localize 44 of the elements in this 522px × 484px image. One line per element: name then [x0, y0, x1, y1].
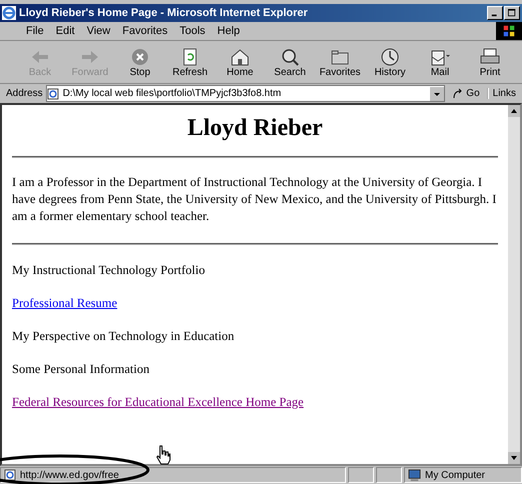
page-text: My Instructional Technology Portfolio: [12, 262, 205, 277]
maximize-button[interactable]: [504, 6, 520, 20]
address-field[interactable]: D:\My local web files\portfolio\TMPyjcf3b3fo8.htm: [46, 85, 446, 102]
page-link[interactable]: Federal Resources for Educational Excellence Home Page: [12, 394, 304, 409]
page-icon: [4, 469, 16, 481]
zone-text: My Computer: [425, 470, 486, 480]
page-heading: Lloyd Rieber: [186, 115, 324, 142]
links-button[interactable]: Links: [486, 88, 520, 99]
home-icon: [229, 46, 251, 66]
minimize-button[interactable]: [487, 6, 503, 20]
menu-item[interactable]: Favorites: [122, 25, 168, 37]
go-button[interactable]: Go: [448, 88, 484, 100]
page-text: My Perspective on Technology in Education: [12, 328, 234, 343]
maximize-icon: [508, 9, 516, 17]
scrollbar[interactable]: [508, 105, 520, 464]
stop-icon: [129, 46, 151, 66]
page-text: Some Personal Information: [12, 362, 150, 376]
page-icon: [46, 88, 59, 100]
printer-icon: [479, 46, 501, 66]
menu-item[interactable]: File: [26, 25, 44, 37]
windows-logo-icon: [496, 22, 522, 40]
toolbar-button[interactable]: Refresh: [166, 46, 214, 78]
toolbar-button[interactable]: Favorites: [316, 46, 364, 78]
window-title: Lloyd Rieber's Home Page - Microsoft Internet Explorer: [19, 7, 309, 19]
curved-arrow-icon: [452, 88, 464, 100]
menu-item[interactable]: View: [86, 25, 110, 37]
scroll-up-icon[interactable]: [508, 105, 520, 117]
clock-icon: [379, 46, 401, 66]
toolbar-button[interactable]: Print: [466, 46, 514, 78]
address-label: Address: [6, 88, 43, 99]
toolbar-button[interactable]: Search: [266, 46, 314, 78]
intro-paragraph: I am a Professor in the Department of Instructional Technology at the University of Georgia. I have degrees from Penn State, the University of New Mexico, and the University of Pittsburgh. I am a former elementary school teacher.: [12, 174, 498, 225]
dropdown-icon[interactable]: [430, 86, 444, 100]
browser-logo-icon: [2, 6, 16, 20]
toolbar-button[interactable]: Stop: [116, 46, 164, 78]
toolbar-button[interactable]: Home: [216, 46, 264, 78]
page-link[interactable]: Professional Resume: [12, 296, 118, 310]
toolbar-button[interactable]: Mail: [416, 46, 464, 78]
status-text: http://www.ed.gov/free: [20, 470, 119, 480]
menu-item[interactable]: Help: [217, 25, 240, 37]
menu-item[interactable]: Tools: [180, 25, 206, 37]
toolbar-button[interactable]: History: [366, 46, 414, 78]
scroll-down-icon[interactable]: [508, 452, 520, 464]
menu-item[interactable]: Edit: [56, 25, 75, 37]
